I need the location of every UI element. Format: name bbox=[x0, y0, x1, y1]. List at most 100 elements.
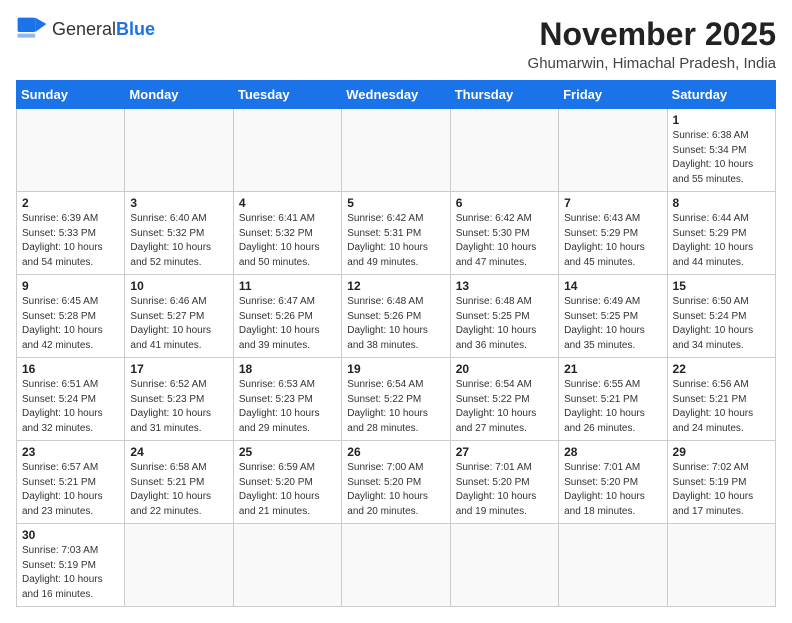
day-info: Sunrise: 6:50 AM Sunset: 5:24 PM Dayligh… bbox=[673, 295, 770, 353]
calendar-cell bbox=[125, 109, 233, 192]
day-number: 25 bbox=[239, 445, 336, 459]
calendar-cell: 17 Sunrise: 6:52 AM Sunset: 5:23 PM Dayli… bbox=[125, 358, 233, 441]
calendar-cell: 19 Sunrise: 6:54 AM Sunset: 5:22 PM Dayli… bbox=[342, 358, 450, 441]
day-info: Sunrise: 6:57 AM Sunset: 5:21 PM Dayligh… bbox=[22, 461, 119, 519]
day-info: Sunrise: 6:44 AM Sunset: 5:29 PM Dayligh… bbox=[673, 212, 770, 270]
calendar-cell: 12 Sunrise: 6:48 AM Sunset: 5:26 PM Dayli… bbox=[342, 275, 450, 358]
calendar-cell: 6 Sunrise: 6:42 AM Sunset: 5:30 PM Daylig… bbox=[450, 192, 558, 275]
day-info: Sunrise: 6:51 AM Sunset: 5:24 PM Dayligh… bbox=[22, 378, 119, 436]
location: Ghumarwin, Himachal Pradesh, India bbox=[528, 55, 776, 72]
day-number: 23 bbox=[22, 445, 119, 459]
calendar-cell: 11 Sunrise: 6:47 AM Sunset: 5:26 PM Dayli… bbox=[233, 275, 341, 358]
calendar-week-row: 9 Sunrise: 6:45 AM Sunset: 5:28 PM Daylig… bbox=[17, 275, 776, 358]
calendar-cell bbox=[125, 524, 233, 607]
day-info: Sunrise: 6:55 AM Sunset: 5:21 PM Dayligh… bbox=[564, 378, 661, 436]
day-number: 19 bbox=[347, 362, 444, 376]
calendar-cell bbox=[17, 109, 125, 192]
calendar-cell: 7Sunrise: 6:43 AM Sunset: 5:29 PM Daylig… bbox=[559, 192, 667, 275]
day-number: 3 bbox=[130, 196, 227, 210]
day-number: 6 bbox=[456, 196, 553, 210]
day-info: Sunrise: 7:01 AM Sunset: 5:20 PM Dayligh… bbox=[456, 461, 553, 519]
calendar-cell: 1 Sunrise: 6:38 AM Sunset: 5:34 PM Daylig… bbox=[667, 109, 775, 192]
day-info: Sunrise: 6:42 AM Sunset: 5:30 PM Dayligh… bbox=[456, 212, 553, 270]
calendar-week-row: 16 Sunrise: 6:51 AM Sunset: 5:24 PM Dayli… bbox=[17, 358, 776, 441]
calendar-week-row: 23 Sunrise: 6:57 AM Sunset: 5:21 PM Dayli… bbox=[17, 441, 776, 524]
day-info: Sunrise: 6:52 AM Sunset: 5:23 PM Dayligh… bbox=[130, 378, 227, 436]
day-number: 21 bbox=[564, 362, 661, 376]
calendar-cell: 24Sunrise: 6:58 AM Sunset: 5:21 PM Dayli… bbox=[125, 441, 233, 524]
calendar-cell: 21 Sunrise: 6:55 AM Sunset: 5:21 PM Dayli… bbox=[559, 358, 667, 441]
calendar-cell: 15Sunrise: 6:50 AM Sunset: 5:24 PM Dayli… bbox=[667, 275, 775, 358]
day-number: 17 bbox=[130, 362, 227, 376]
calendar-cell bbox=[450, 109, 558, 192]
weekday-header: Wednesday bbox=[342, 81, 450, 109]
day-number: 30 bbox=[22, 528, 119, 542]
calendar-cell bbox=[450, 524, 558, 607]
calendar: SundayMondayTuesdayWednesdayThursdayFrid… bbox=[16, 80, 776, 607]
day-number: 11 bbox=[239, 279, 336, 293]
calendar-cell: 10Sunrise: 6:46 AM Sunset: 5:27 PM Dayli… bbox=[125, 275, 233, 358]
page-header: GeneralBlue November 2025 Ghumarwin, Him… bbox=[16, 16, 776, 72]
day-info: Sunrise: 6:48 AM Sunset: 5:26 PM Dayligh… bbox=[347, 295, 444, 353]
calendar-cell: 20 Sunrise: 6:54 AM Sunset: 5:22 PM Dayli… bbox=[450, 358, 558, 441]
day-number: 28 bbox=[564, 445, 661, 459]
day-number: 14 bbox=[564, 279, 661, 293]
weekday-header: Saturday bbox=[667, 81, 775, 109]
day-info: Sunrise: 6:40 AM Sunset: 5:32 PM Dayligh… bbox=[130, 212, 227, 270]
day-info: Sunrise: 6:41 AM Sunset: 5:32 PM Dayligh… bbox=[239, 212, 336, 270]
logo-icon bbox=[16, 16, 48, 44]
calendar-week-row: 2 Sunrise: 6:39 AM Sunset: 5:33 PM Daylig… bbox=[17, 192, 776, 275]
weekday-header: Sunday bbox=[17, 81, 125, 109]
calendar-week-row: 30 Sunrise: 7:03 AM Sunset: 5:19 PM Dayli… bbox=[17, 524, 776, 607]
logo-text: GeneralBlue bbox=[52, 19, 155, 41]
weekday-header: Friday bbox=[559, 81, 667, 109]
day-number: 27 bbox=[456, 445, 553, 459]
day-info: Sunrise: 6:42 AM Sunset: 5:31 PM Dayligh… bbox=[347, 212, 444, 270]
calendar-week-row: 1 Sunrise: 6:38 AM Sunset: 5:34 PM Daylig… bbox=[17, 109, 776, 192]
day-number: 4 bbox=[239, 196, 336, 210]
calendar-cell bbox=[233, 109, 341, 192]
day-info: Sunrise: 7:00 AM Sunset: 5:20 PM Dayligh… bbox=[347, 461, 444, 519]
day-number: 20 bbox=[456, 362, 553, 376]
calendar-cell: 9 Sunrise: 6:45 AM Sunset: 5:28 PM Daylig… bbox=[17, 275, 125, 358]
calendar-cell: 5 Sunrise: 6:42 AM Sunset: 5:31 PM Daylig… bbox=[342, 192, 450, 275]
day-info: Sunrise: 6:39 AM Sunset: 5:33 PM Dayligh… bbox=[22, 212, 119, 270]
calendar-cell: 14Sunrise: 6:49 AM Sunset: 5:25 PM Dayli… bbox=[559, 275, 667, 358]
day-info: Sunrise: 6:54 AM Sunset: 5:22 PM Dayligh… bbox=[456, 378, 553, 436]
weekday-header: Tuesday bbox=[233, 81, 341, 109]
day-info: Sunrise: 6:48 AM Sunset: 5:25 PM Dayligh… bbox=[456, 295, 553, 353]
calendar-cell bbox=[559, 109, 667, 192]
day-info: Sunrise: 6:53 AM Sunset: 5:23 PM Dayligh… bbox=[239, 378, 336, 436]
calendar-cell: 18Sunrise: 6:53 AM Sunset: 5:23 PM Dayli… bbox=[233, 358, 341, 441]
calendar-cell: 29Sunrise: 7:02 AM Sunset: 5:19 PM Dayli… bbox=[667, 441, 775, 524]
day-info: Sunrise: 6:46 AM Sunset: 5:27 PM Dayligh… bbox=[130, 295, 227, 353]
day-number: 1 bbox=[673, 113, 770, 127]
calendar-cell bbox=[342, 524, 450, 607]
day-number: 26 bbox=[347, 445, 444, 459]
day-info: Sunrise: 6:45 AM Sunset: 5:28 PM Dayligh… bbox=[22, 295, 119, 353]
day-info: Sunrise: 6:43 AM Sunset: 5:29 PM Dayligh… bbox=[564, 212, 661, 270]
day-info: Sunrise: 7:03 AM Sunset: 5:19 PM Dayligh… bbox=[22, 544, 119, 602]
day-number: 5 bbox=[347, 196, 444, 210]
day-info: Sunrise: 6:47 AM Sunset: 5:26 PM Dayligh… bbox=[239, 295, 336, 353]
day-number: 2 bbox=[22, 196, 119, 210]
day-info: Sunrise: 6:38 AM Sunset: 5:34 PM Dayligh… bbox=[673, 129, 770, 187]
day-number: 12 bbox=[347, 279, 444, 293]
title-block: November 2025 Ghumarwin, Himachal Prades… bbox=[528, 16, 776, 72]
calendar-cell: 25 Sunrise: 6:59 AM Sunset: 5:20 PM Dayli… bbox=[233, 441, 341, 524]
day-number: 16 bbox=[22, 362, 119, 376]
calendar-cell bbox=[667, 524, 775, 607]
day-number: 24 bbox=[130, 445, 227, 459]
day-info: Sunrise: 6:59 AM Sunset: 5:20 PM Dayligh… bbox=[239, 461, 336, 519]
day-number: 13 bbox=[456, 279, 553, 293]
calendar-cell: 4 Sunrise: 6:41 AM Sunset: 5:32 PM Daylig… bbox=[233, 192, 341, 275]
calendar-cell: 30 Sunrise: 7:03 AM Sunset: 5:19 PM Dayli… bbox=[17, 524, 125, 607]
calendar-cell: 28Sunrise: 7:01 AM Sunset: 5:20 PM Dayli… bbox=[559, 441, 667, 524]
weekday-header: Thursday bbox=[450, 81, 558, 109]
calendar-cell: 16 Sunrise: 6:51 AM Sunset: 5:24 PM Dayli… bbox=[17, 358, 125, 441]
calendar-cell: 22Sunrise: 6:56 AM Sunset: 5:21 PM Dayli… bbox=[667, 358, 775, 441]
day-number: 9 bbox=[22, 279, 119, 293]
day-number: 29 bbox=[673, 445, 770, 459]
day-info: Sunrise: 6:54 AM Sunset: 5:22 PM Dayligh… bbox=[347, 378, 444, 436]
day-info: Sunrise: 6:56 AM Sunset: 5:21 PM Dayligh… bbox=[673, 378, 770, 436]
